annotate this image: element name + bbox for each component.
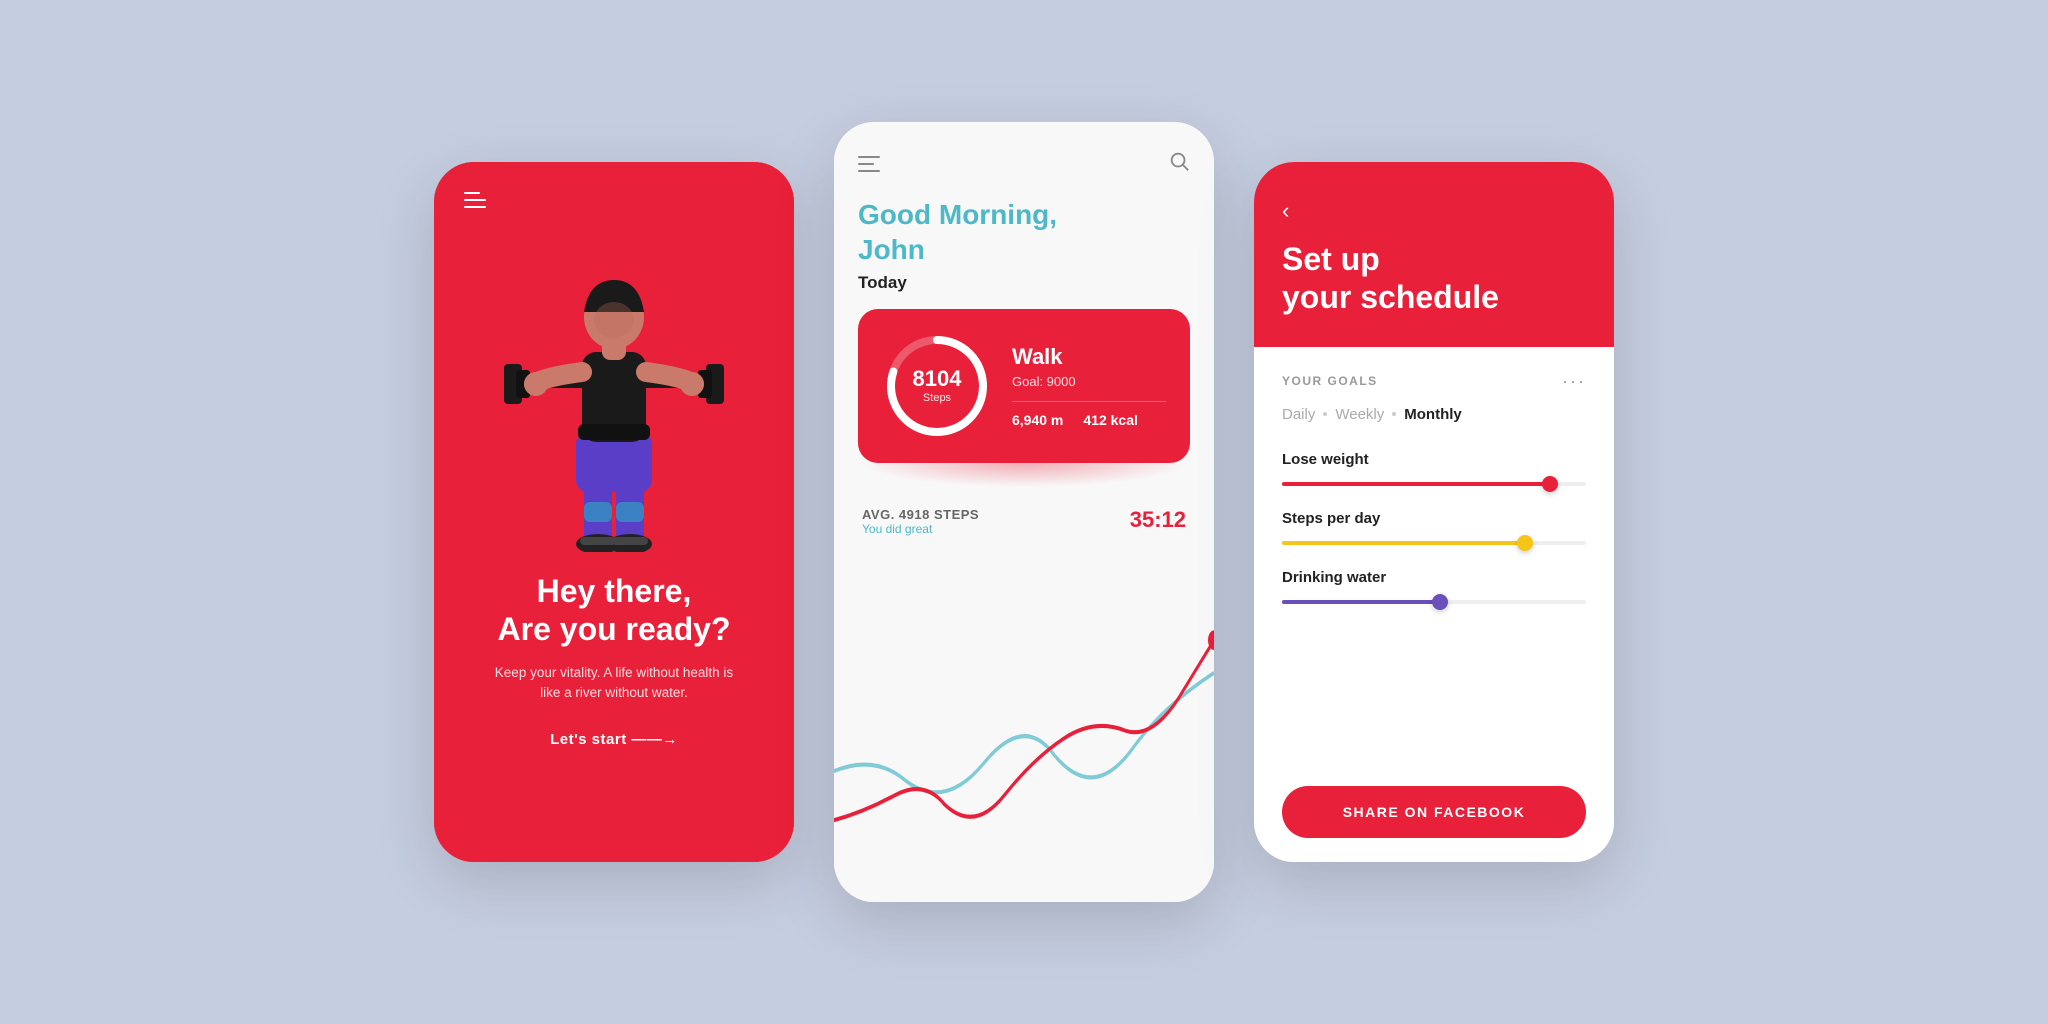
tab-weekly[interactable]: Weekly [1335,406,1384,423]
card-glow [858,463,1190,487]
slider-water: Drinking water [1282,569,1586,604]
steps-center: 8104 Steps [913,368,962,404]
walk-distance: 6,940 m [1012,412,1063,428]
back-button[interactable]: ‹ [1282,198,1586,224]
tab-daily[interactable]: Daily [1282,406,1315,423]
slider-water-label: Drinking water [1282,569,1586,586]
slider-lose-weight-track[interactable] [1282,482,1586,486]
phone-dashboard: Good Morning, John Today 8104 Steps Walk [834,122,1214,902]
phones-container: Hey there, Are you ready? Keep your vita… [0,82,2048,942]
hamburger-icon-2[interactable] [858,156,880,172]
chart-area [834,542,1214,902]
goals-header: YOUR GOALS ··· [1282,371,1586,392]
tab-dot-2 [1392,412,1396,416]
schedule-title: Set up your schedule [1282,240,1586,317]
slider-steps-label: Steps per day [1282,510,1586,527]
slider-steps-track[interactable] [1282,541,1586,545]
avg-sublabel: You did great [862,522,979,536]
welcome-headline: Hey there, Are you ready? [494,572,734,649]
dashboard-header [858,150,1190,177]
slider-lose-weight-thumb[interactable] [1542,476,1558,492]
your-goals-label: YOUR GOALS [1282,374,1378,388]
walk-goal: Goal: 9000 [1012,374,1166,389]
walk-title: Walk [1012,344,1166,370]
search-button[interactable] [1168,150,1190,177]
steps-card: 8104 Steps Walk Goal: 9000 6,940 m 412 k… [858,309,1190,463]
lets-start-button[interactable]: Let's start ——→ [550,731,678,748]
slider-steps: Steps per day [1282,510,1586,545]
slider-lose-weight-label: Lose weight [1282,451,1586,468]
goals-tabs: Daily Weekly Monthly [1282,406,1586,423]
welcome-text: Hey there, Are you ready? Keep your vita… [484,572,744,703]
walk-stats: 6,940 m 412 kcal [1012,412,1166,428]
today-label: Today [858,273,1190,293]
slider-water-track[interactable] [1282,600,1586,604]
slider-lose-weight-fill [1282,482,1550,486]
tab-dot-1 [1323,412,1327,416]
avg-label: AVG. 4918 STEPS [862,507,979,522]
phone-schedule: ‹ Set up your schedule YOUR GOALS ··· Da… [1254,162,1614,862]
slider-water-thumb[interactable] [1432,594,1448,610]
steps-circle: 8104 Steps [882,331,992,441]
greeting-text: Good Morning, John [858,197,1190,267]
avg-info: AVG. 4918 STEPS You did great [862,507,979,536]
more-options-button[interactable]: ··· [1562,371,1586,392]
slider-water-fill [1282,600,1440,604]
steps-label: Steps [913,392,962,404]
slider-lose-weight: Lose weight [1282,451,1586,486]
walk-kcal: 412 kcal [1083,412,1138,428]
steps-info: Walk Goal: 9000 6,940 m 412 kcal [1012,344,1166,428]
athlete-illustration [484,212,744,552]
slider-steps-fill [1282,541,1525,545]
welcome-subtext: Keep your vitality. A life without healt… [494,663,734,704]
slider-steps-thumb[interactable] [1517,535,1533,551]
tab-monthly[interactable]: Monthly [1404,406,1462,423]
avg-section: AVG. 4918 STEPS You did great 35:12 [858,507,1190,536]
facebook-share-button[interactable]: SHARE ON FACEBOOK [1282,786,1586,838]
schedule-header: ‹ Set up your schedule [1254,162,1614,347]
hamburger-icon[interactable] [464,192,486,208]
phone-welcome: Hey there, Are you ready? Keep your vita… [434,162,794,862]
steps-number: 8104 [913,368,962,390]
avg-time: 35:12 [1130,507,1186,533]
schedule-body: YOUR GOALS ··· Daily Weekly Monthly Lose… [1254,347,1614,862]
